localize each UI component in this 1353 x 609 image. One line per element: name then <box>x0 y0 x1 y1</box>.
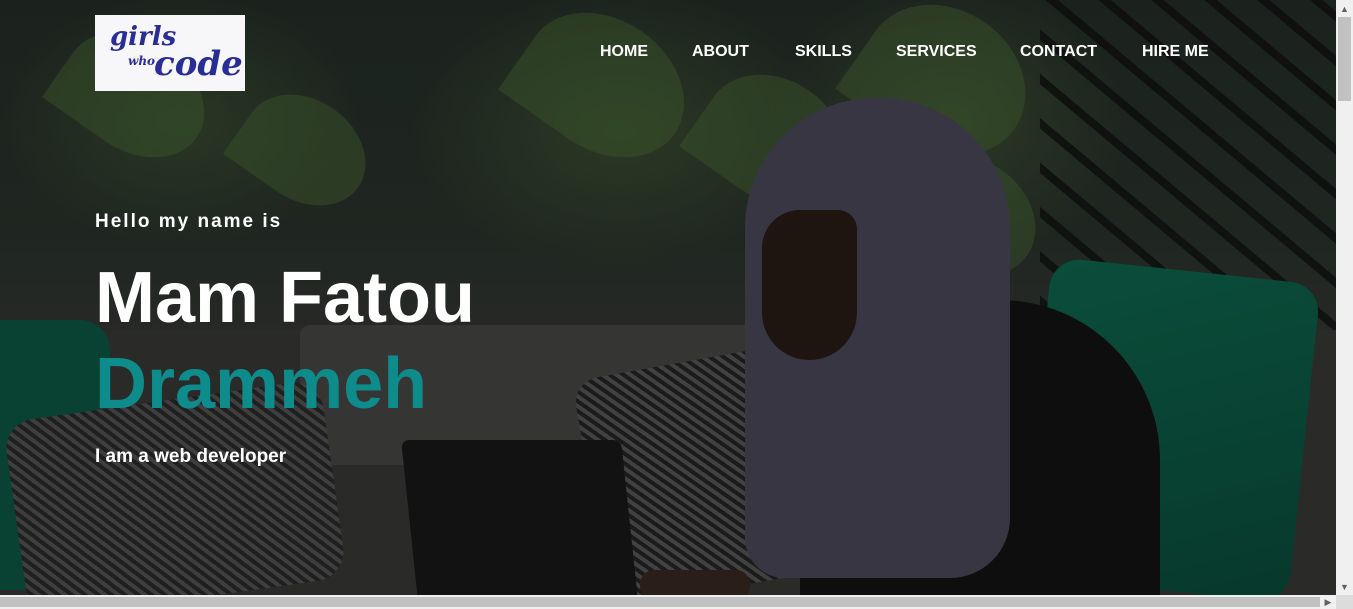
nav-item-home[interactable]: HOME <box>600 43 648 61</box>
hero-tagline: I am a web developer <box>95 446 287 467</box>
nav-item-hire-me[interactable]: HIRE ME <box>1142 43 1209 61</box>
vertical-scroll-thumb[interactable] <box>1338 17 1351 101</box>
scrollbar-corner <box>1336 595 1353 609</box>
horizontal-scrollbar[interactable]: ▶ <box>0 595 1336 609</box>
hero-section: girls who code HOME ABOUT SKILLS SERVICE… <box>0 0 1336 595</box>
horizontal-scroll-thumb[interactable] <box>0 597 1320 607</box>
nav-item-services[interactable]: SERVICES <box>896 43 977 61</box>
scroll-right-icon[interactable]: ▶ <box>1320 595 1336 609</box>
hero-first-name: Mam Fatou <box>95 258 476 338</box>
hero-greeting: Hello my name is <box>95 211 283 232</box>
hero-last-name: Drammeh <box>95 344 428 424</box>
scroll-down-icon[interactable]: ▼ <box>1336 578 1353 595</box>
nav-item-contact[interactable]: CONTACT <box>1020 43 1097 61</box>
scroll-up-icon[interactable]: ▲ <box>1336 0 1353 17</box>
vertical-scrollbar[interactable]: ▲ ▼ <box>1336 0 1353 595</box>
main-nav: HOME ABOUT SKILLS SERVICES CONTACT HIRE … <box>0 43 1336 63</box>
nav-item-about[interactable]: ABOUT <box>692 43 749 61</box>
nav-item-skills[interactable]: SKILLS <box>795 43 852 61</box>
